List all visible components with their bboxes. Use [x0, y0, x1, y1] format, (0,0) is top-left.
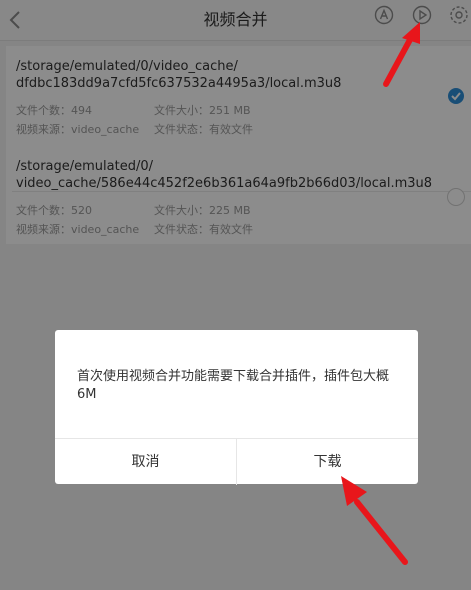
- annotation-arrow-icon: [341, 476, 408, 565]
- cancel-button[interactable]: 取消: [55, 439, 236, 485]
- annotation-arrow-icon: [383, 22, 420, 87]
- dialog-message: 首次使用视频合并功能需要下载合并插件，插件包大概6M: [77, 369, 390, 402]
- download-dialog: 首次使用视频合并功能需要下载合并插件，插件包大概6M 取消 下载: [55, 330, 418, 485]
